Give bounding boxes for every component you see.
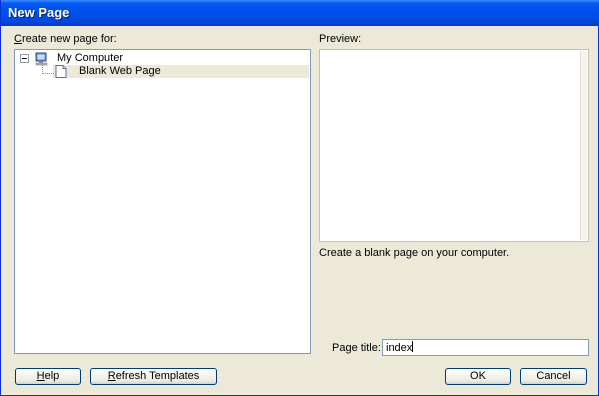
- preview-label: Preview:: [319, 33, 362, 45]
- text-caret: [412, 341, 414, 352]
- preview-pane: [319, 49, 589, 242]
- tree-item-label: My Computer: [57, 52, 124, 64]
- collapse-toggle-icon[interactable]: [20, 54, 29, 63]
- ok-button[interactable]: OK: [445, 368, 511, 385]
- cancel-button[interactable]: Cancel: [520, 368, 587, 385]
- page-icon: [55, 65, 67, 78]
- create-new-page-label: Create new page for:: [14, 33, 117, 45]
- page-title-value: index: [386, 342, 413, 354]
- refresh-templates-button[interactable]: Refresh Templates: [90, 368, 217, 385]
- dialog-title: New Page: [8, 5, 70, 20]
- help-button[interactable]: Help: [15, 368, 81, 385]
- preview-scrollbar[interactable]: [580, 51, 587, 240]
- title-bar[interactable]: New Page: [1, 0, 599, 26]
- tree-item-label: Blank Web Page: [79, 65, 161, 77]
- page-title-label: Page title:: [332, 342, 381, 354]
- tree-connector-horizontal: [42, 73, 54, 74]
- template-description: Create a blank page on your computer.: [319, 247, 510, 259]
- page-title-input[interactable]: index: [382, 339, 589, 356]
- computer-icon: [35, 52, 48, 66]
- page-type-tree[interactable]: My Computer Blank Web Page: [14, 49, 311, 354]
- new-page-dialog: New Page Create new page for: My Compute…: [0, 0, 599, 396]
